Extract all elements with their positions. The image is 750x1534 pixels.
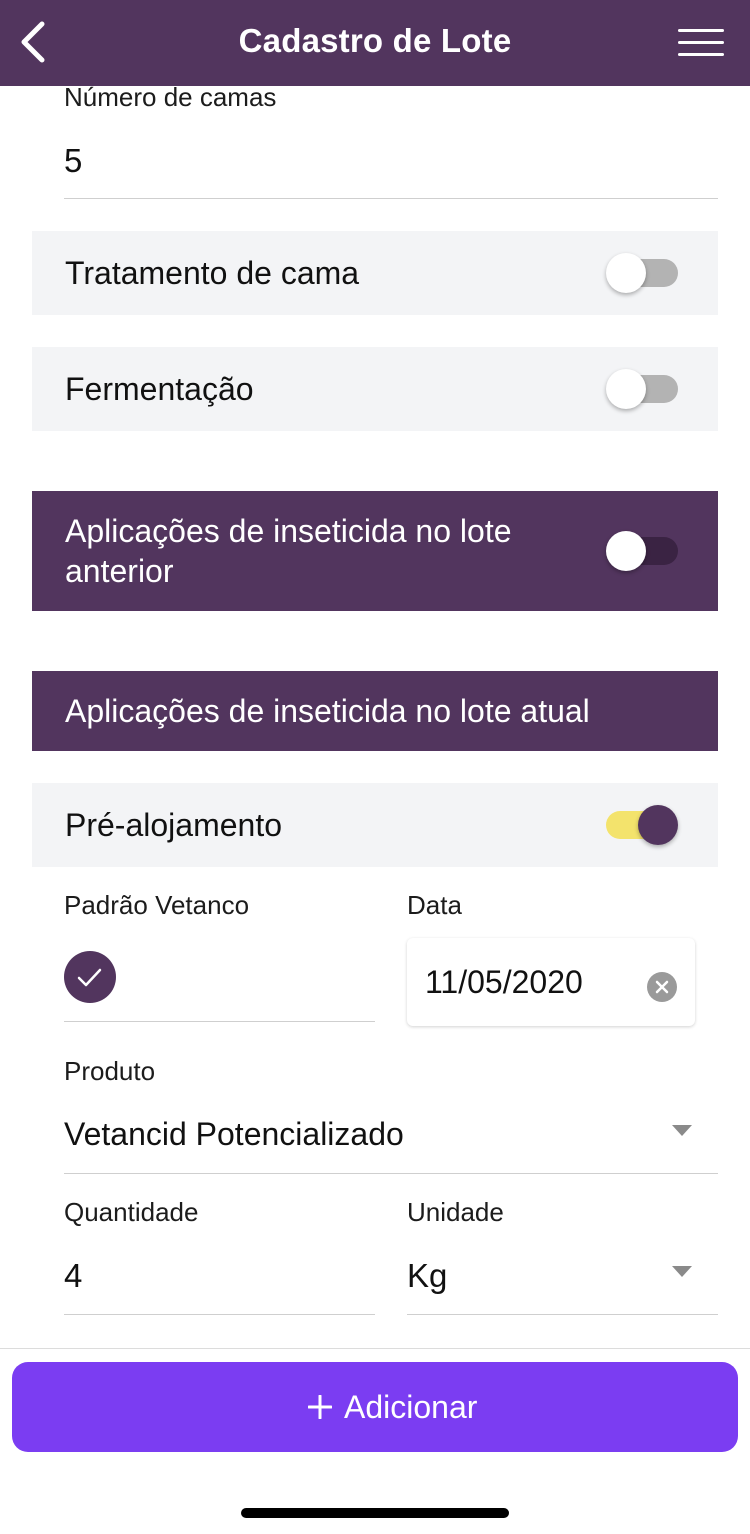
unidade-label: Unidade [407,1197,504,1227]
numero-camas-underline [64,198,718,199]
numero-camas-label: Número de camas [64,86,277,112]
clear-circle-icon[interactable] [647,972,677,1002]
padrao-vetanco-underline [64,1021,375,1022]
home-indicator[interactable] [241,1508,509,1518]
quantidade-label: Quantidade [64,1197,199,1227]
inseticida-lote-anterior-label-line2: anterior [65,553,174,589]
inseticida-lote-atual-label: Aplicações de inseticida no lote atual [65,693,590,729]
form-content[interactable]: Número de camas 5 Tratamento de cama Fer… [0,86,750,1348]
pre-alojamento-toggle[interactable] [606,805,678,845]
unidade-select[interactable]: Kg [407,1257,447,1295]
add-button[interactable]: Adicionar [12,1362,738,1452]
pre-alojamento-label: Pré-alojamento [65,807,282,843]
unidade-underline [407,1314,718,1315]
padrao-vetanco-checkbox[interactable] [64,951,116,1003]
page-title: Cadastro de Lote [238,22,512,59]
fermentacao-row: Fermentação [32,347,718,431]
data-value: 11/05/2020 [425,964,583,1000]
plus-icon [308,1395,332,1419]
tratamento-cama-toggle[interactable] [606,253,678,293]
padrao-vetanco-label: Padrão Vetanco [64,890,250,920]
inseticida-lote-anterior-label-line1: Aplicações de inseticida no lote [65,513,512,549]
quantidade-underline [64,1314,375,1315]
fermentacao-toggle[interactable] [606,369,678,409]
inseticida-lote-anterior-row: Aplicações de inseticida no lote anterio… [32,491,718,611]
add-button-label: Adicionar [344,1389,478,1425]
tratamento-cama-row: Tratamento de cama [32,231,718,315]
checkmark-icon [77,968,102,987]
numero-camas-input[interactable]: 5 [64,142,82,180]
inseticida-lote-atual-header: Aplicações de inseticida no lote atual [32,671,718,751]
inseticida-lote-anterior-toggle[interactable] [606,531,678,571]
produto-underline [64,1173,718,1174]
produto-label: Produto [64,1056,156,1086]
footer-divider [0,1348,750,1349]
caret-down-icon[interactable] [672,1125,692,1136]
fermentacao-label: Fermentação [65,371,254,407]
caret-down-icon[interactable] [672,1266,692,1277]
tratamento-cama-label: Tratamento de cama [65,255,360,291]
hamburger-menu-icon[interactable] [678,29,724,57]
app-header: Cadastro de Lote [0,0,750,86]
data-input[interactable]: 11/05/2020 [407,938,695,1026]
quantidade-input[interactable]: 4 [64,1257,82,1295]
pre-alojamento-row: Pré-alojamento [32,783,718,867]
produto-select[interactable]: Vetancid Potencializado [64,1116,404,1153]
data-label: Data [407,890,462,920]
